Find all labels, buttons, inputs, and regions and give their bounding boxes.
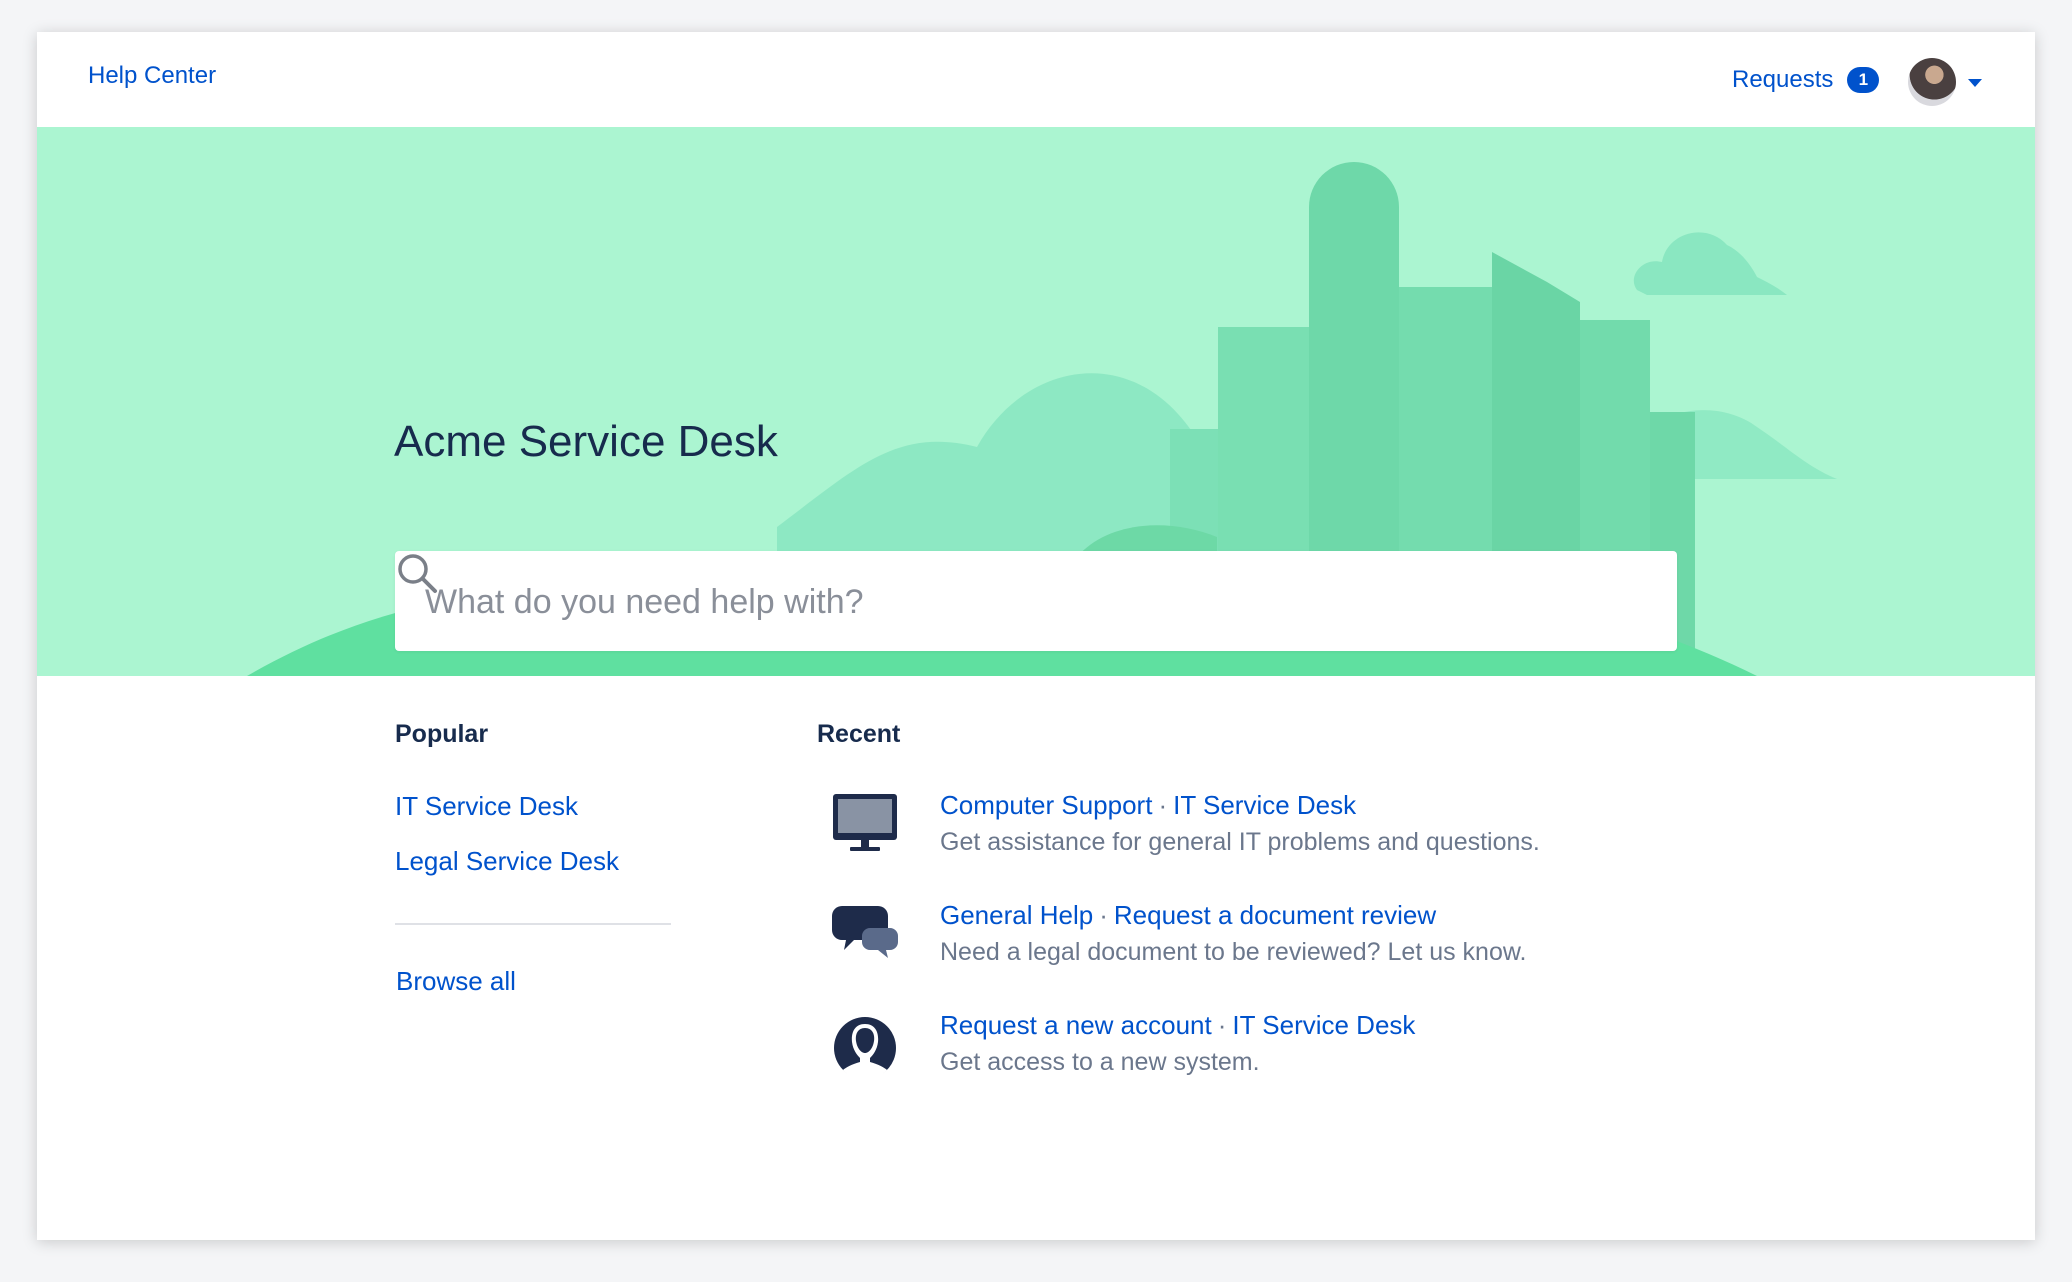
page-title: Acme Service Desk [394, 417, 778, 466]
hero-banner: Acme Service Desk [37, 127, 2035, 676]
help-center-window: Help Center Requests 1 Acme Service Desk… [37, 32, 2035, 1240]
recent-item-secondary-link[interactable]: Request a document review [1114, 900, 1436, 930]
separator-dot: · [1099, 900, 1108, 930]
recent-item-title[interactable]: General Help · Request a document review [940, 900, 1436, 931]
separator-dot: · [1158, 790, 1168, 820]
recent-item-secondary-link[interactable]: IT Service Desk [1232, 1010, 1415, 1040]
separator-dot: · [1217, 1010, 1227, 1040]
recent-item-description: Get assistance for general IT problems a… [940, 828, 1540, 856]
search-box[interactable] [395, 551, 1677, 651]
recent-item-new-account[interactable]: Request a new account · IT Service Desk Ge… [830, 1010, 1730, 1090]
content-area: Popular IT Service Desk Legal Service De… [37, 676, 2035, 1240]
search-input[interactable] [423, 577, 1577, 627]
requests-label: Requests [1732, 66, 1834, 93]
user-account-icon [834, 1017, 896, 1080]
recent-item-primary-link[interactable]: Request a new account [940, 1010, 1212, 1040]
recent-item-title[interactable]: Computer Support · IT Service Desk [940, 790, 1356, 821]
recent-item-computer-support[interactable]: Computer Support · IT Service Desk Get ass… [830, 790, 1730, 870]
popular-link-legal-service-desk[interactable]: Legal Service Desk [395, 846, 619, 877]
chat-bubbles-icon [832, 906, 898, 958]
popular-divider [395, 923, 671, 925]
recent-item-title[interactable]: Request a new account · IT Service Desk [940, 1010, 1415, 1041]
recent-item-description: Need a legal document to be reviewed? Le… [940, 938, 1527, 966]
top-navigation-bar: Help Center Requests 1 [37, 32, 2035, 127]
help-center-link[interactable]: Help Center [88, 62, 216, 90]
search-icon[interactable] [395, 551, 439, 595]
recent-item-general-help[interactable]: General Help · Request a document review N… [830, 900, 1730, 980]
recent-item-primary-link[interactable]: Computer Support [940, 790, 1152, 820]
popular-link-it-service-desk[interactable]: IT Service Desk [395, 791, 578, 822]
chevron-down-icon[interactable] [1968, 79, 1982, 87]
monitor-icon [833, 794, 897, 851]
requests-count-badge: 1 [1847, 67, 1880, 93]
recent-item-description: Get access to a new system. [940, 1048, 1260, 1076]
browse-all-link[interactable]: Browse all [396, 966, 516, 997]
recent-item-primary-link[interactable]: General Help [940, 900, 1093, 930]
requests-link[interactable]: Requests 1 [1732, 66, 1880, 94]
user-avatar[interactable] [1908, 58, 1956, 106]
recent-item-secondary-link[interactable]: IT Service Desk [1173, 790, 1356, 820]
recent-heading: Recent [817, 720, 901, 748]
popular-heading: Popular [395, 720, 489, 748]
